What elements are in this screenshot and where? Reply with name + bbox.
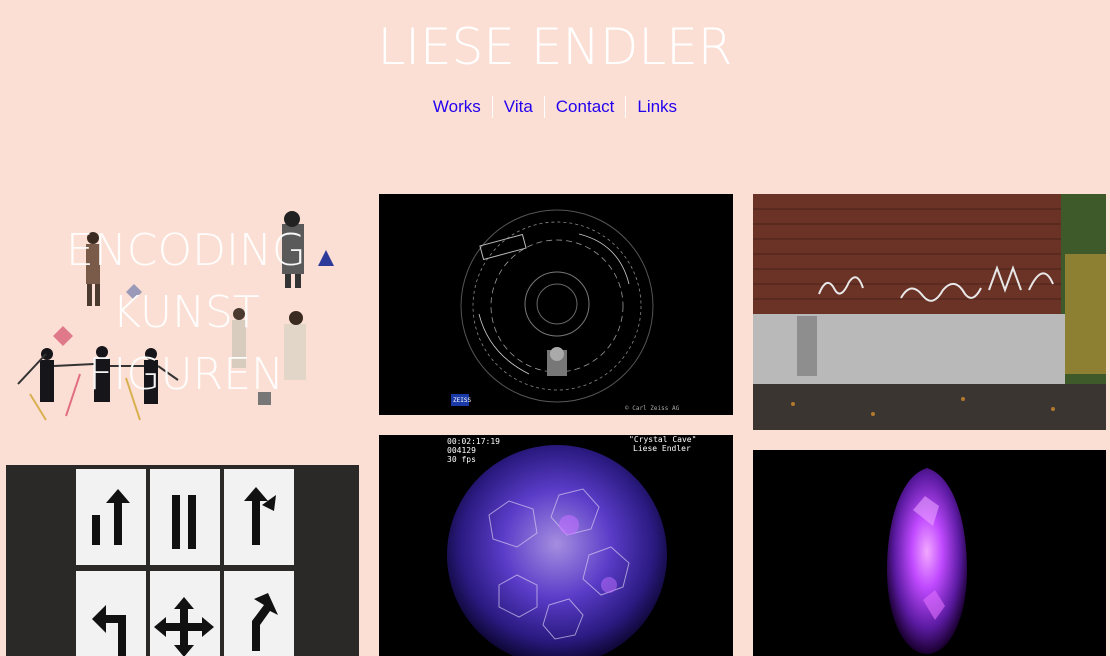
crystal-caption: "Crystal Cave" [629, 435, 697, 444]
encoding-title-line: ENCODING [66, 225, 306, 276]
dome-drawing-image [451, 209, 654, 406]
nav-links-link[interactable]: Links [626, 96, 688, 118]
fps-readout: 30 fps [447, 455, 476, 464]
nav-works-link[interactable]: Works [422, 96, 492, 118]
frame-counter: 004129 [447, 446, 476, 455]
work-tile-arrow-signs[interactable] [6, 465, 359, 656]
site-title[interactable]: LIESE ENDLER [0, 18, 1110, 76]
nav-vita-link[interactable]: Vita [493, 96, 544, 118]
work-tile-glowing-crystal[interactable] [753, 450, 1106, 656]
work-tile-graffiti-wall[interactable] [753, 194, 1106, 430]
main-nav: Works Vita Contact Links [0, 96, 1110, 118]
encoding-title-line: KUNST [112, 287, 260, 338]
nav-contact-link[interactable]: Contact [545, 96, 626, 118]
encoding-title-line: FIGUREN [88, 349, 284, 400]
timecode-readout: 00:02:17:19 [447, 437, 500, 446]
arrow-signs-image [76, 469, 294, 656]
zeiss-logo-text: ZEISS [453, 397, 472, 404]
brick-wall-image [753, 194, 1106, 430]
dome-copyright: © Carl Zeiss AG [625, 405, 680, 412]
work-tile-crystal-cave[interactable]: 00:02:17:19 004129 30 fps "Crystal Cave"… [379, 435, 733, 656]
glowing-crystal-image [887, 468, 967, 654]
encoding-title: ENCODING KUNST FIGUREN [46, 220, 326, 406]
work-tile-dome[interactable]: ZEISS © Carl Zeiss AG [379, 194, 733, 415]
crystal-artist: Liese Endler [633, 444, 691, 453]
crystal-sphere-image [447, 445, 667, 656]
work-tile-encoding-kunstfiguren[interactable]: ENCODING KUNST FIGUREN [6, 194, 359, 430]
